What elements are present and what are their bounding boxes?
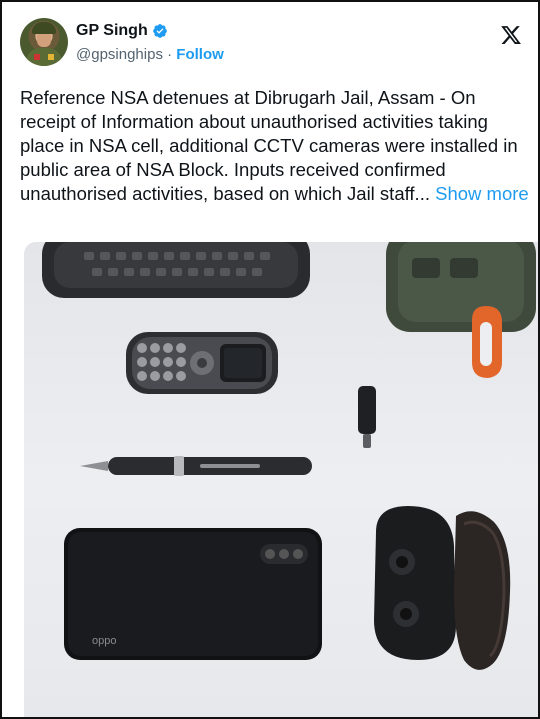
pen-image: [80, 456, 312, 476]
tweet-card: GP Singh @gpsinghips · Follow Reference …: [0, 0, 540, 719]
author-avatar[interactable]: [20, 18, 68, 66]
usb-drive-image: [358, 386, 376, 448]
author-name-row: GP Singh: [76, 22, 168, 40]
author-name[interactable]: GP Singh: [76, 22, 148, 40]
earbuds-case-image: [374, 506, 511, 670]
tweet-header: GP Singh @gpsinghips · Follow: [20, 16, 528, 72]
author-handle[interactable]: @gpsinghips: [76, 46, 163, 63]
portable-speaker-image: [386, 242, 536, 378]
keyboard-remote-image: [42, 242, 310, 298]
handle-separator: ·: [162, 46, 177, 63]
x-logo-icon[interactable]: [500, 24, 522, 46]
smartphone-image: oppo: [64, 528, 322, 660]
verified-badge-icon: [152, 24, 167, 38]
show-more-link[interactable]: Show more: [435, 183, 529, 204]
feature-phone-image: [126, 332, 278, 394]
seized-items-photo: oppo: [42, 242, 536, 670]
phone-brand-text: oppo: [92, 635, 116, 647]
follow-button[interactable]: Follow: [176, 46, 224, 63]
handle-row: @gpsinghips · Follow: [76, 46, 224, 63]
tweet-photo[interactable]: oppo: [24, 242, 538, 717]
tweet-body: Reference NSA detenues at Dibrugarh Jail…: [20, 86, 532, 206]
